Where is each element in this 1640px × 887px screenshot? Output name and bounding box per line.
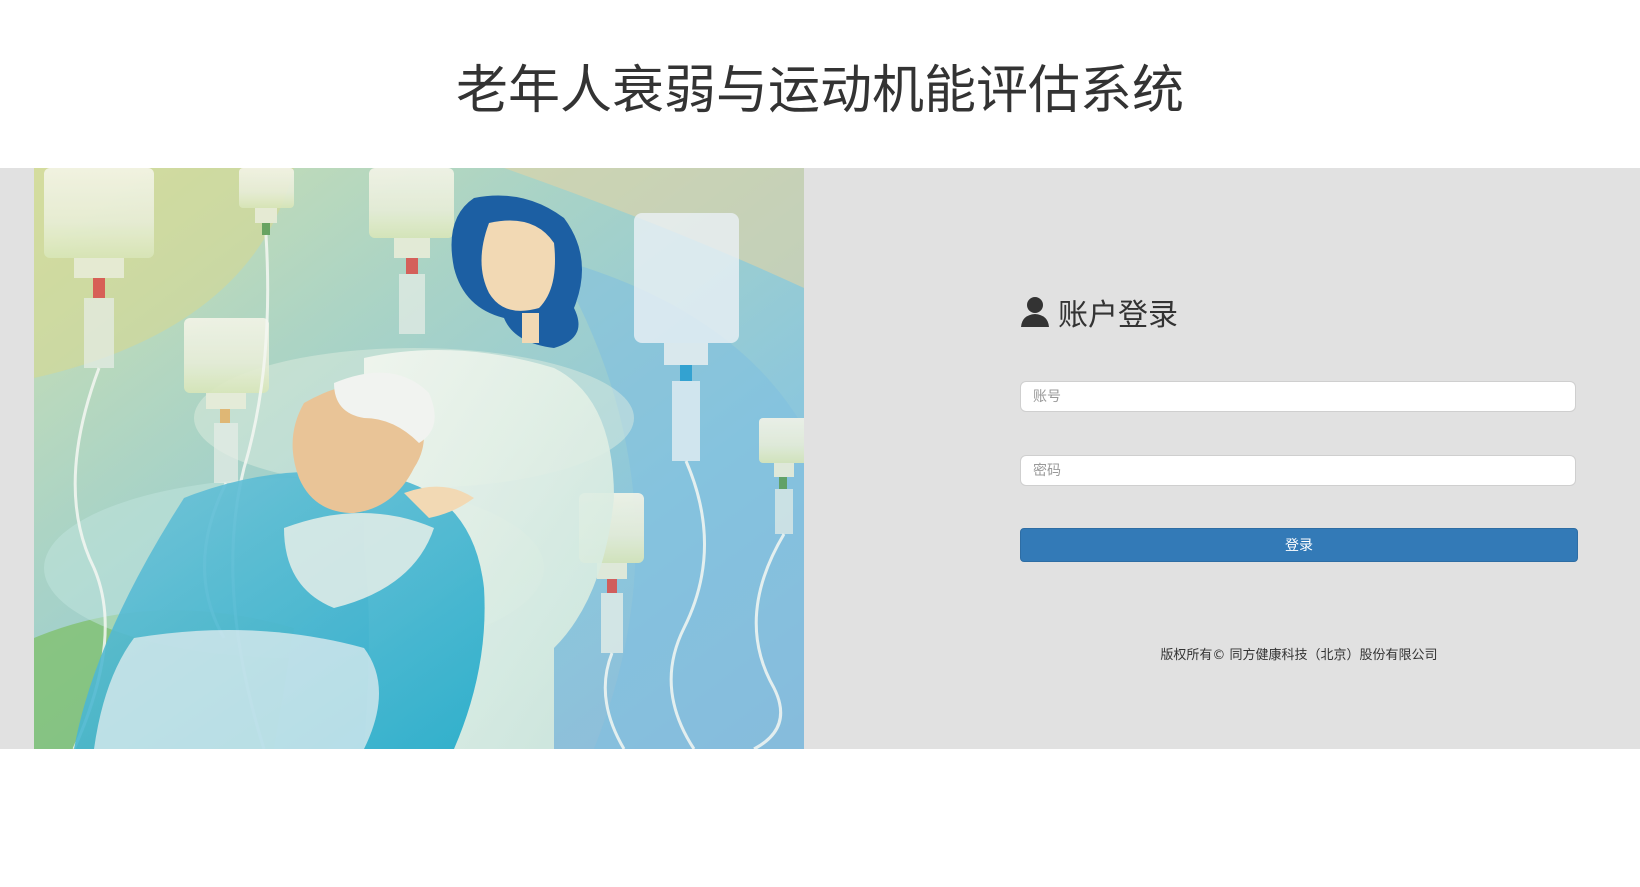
login-panel: 账户登录 登录 版权所有© 同方健康科技（北京）股份有限公司 [1020, 168, 1578, 749]
account-input[interactable] [1020, 381, 1576, 412]
copyright-text: 版权所有© 同方健康科技（北京）股份有限公司 [1160, 648, 1438, 663]
login-heading-text: 账户登录 [1058, 298, 1178, 333]
login-heading: 账户登录 [1020, 292, 1178, 333]
password-input[interactable] [1020, 455, 1576, 486]
user-icon [1020, 296, 1050, 328]
page-title: 老年人衰弱与运动机能评估系统 [455, 61, 1184, 121]
login-button[interactable]: 登录 [1020, 528, 1578, 562]
hero-illustration [34, 168, 804, 749]
